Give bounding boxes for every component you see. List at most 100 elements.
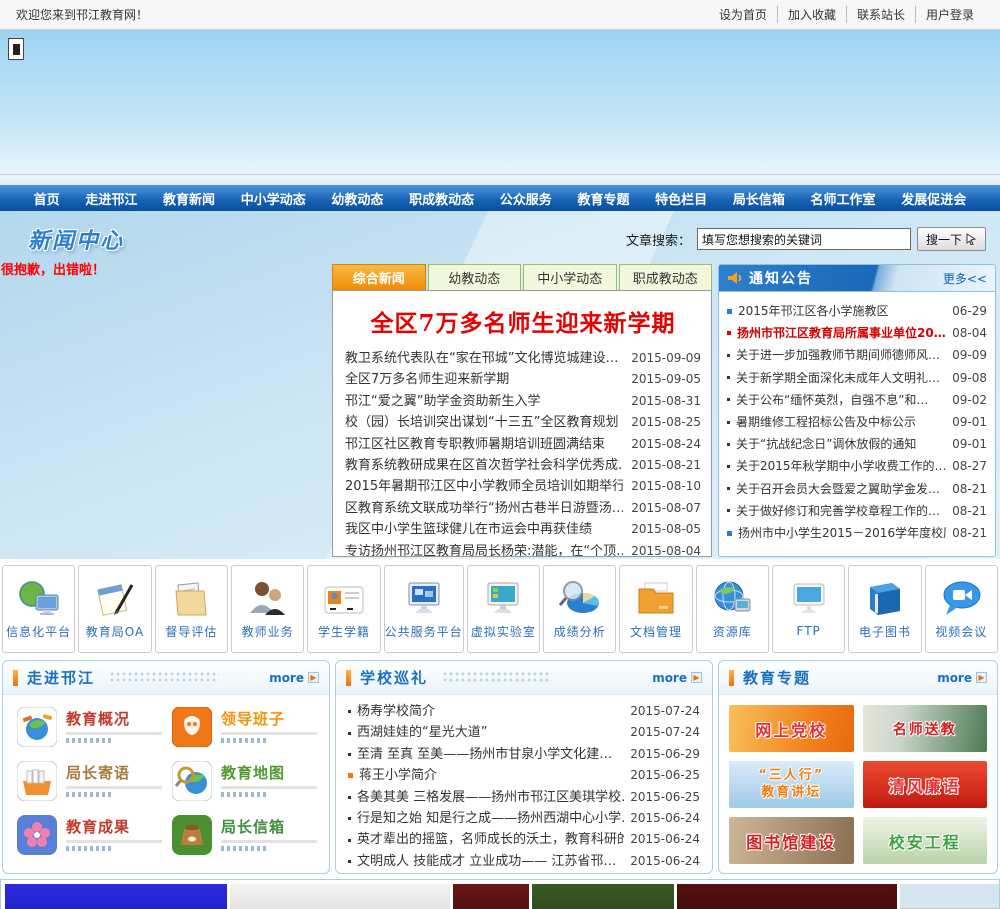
contact-webmaster-link[interactable]: 联系站长 bbox=[847, 6, 916, 23]
search-input[interactable] bbox=[696, 228, 911, 250]
bullet-icon bbox=[727, 420, 730, 424]
news-center-section: 新闻中心 文章搜索： 搜一下 很抱歉，出错啦！ 综合新闻 幼教动态 中小学动态 … bbox=[0, 211, 1000, 559]
orange-bar-icon bbox=[13, 669, 18, 686]
quicklink-resource-library[interactable]: 资源库 bbox=[695, 565, 769, 653]
notice-title: 通知公告 bbox=[749, 271, 813, 287]
nav-item-school-news[interactable]: 中小学动态 bbox=[241, 189, 306, 208]
set-homepage-link[interactable]: 设为首页 bbox=[709, 6, 778, 23]
quicklink-document-management[interactable]: 文档管理 bbox=[619, 565, 693, 653]
nav-item-development[interactable]: 发展促进会 bbox=[901, 189, 966, 208]
quicklink-teacher-affairs[interactable]: 教师业务 bbox=[230, 565, 305, 653]
tab-general-news[interactable]: 综合新闻 bbox=[332, 264, 426, 290]
bullet-icon bbox=[727, 398, 730, 402]
quicklink-info-platform[interactable]: 信息化平台 bbox=[2, 565, 76, 653]
school-item[interactable]: 文明成人 技能成才 立业成功—— 江苏省邗… 2015-06-24 bbox=[348, 851, 700, 872]
notice-item[interactable]: 关于“抗战纪念日”调休放假的通知 09-01 bbox=[727, 433, 987, 455]
notice-more-link[interactable]: 更多<< bbox=[943, 270, 987, 287]
school-item[interactable]: 英才辈出的摇篮，名师成长的沃土，教育科研的… 2015-06-24 bbox=[348, 829, 700, 850]
news-list-item[interactable]: 2015年暑期邗江区中小学教师全员培训如期举行 2015-08-10 bbox=[345, 476, 701, 497]
news-list-item[interactable]: 专访扬州邗江区教育局局长杨荣:潜能，在“个顶… 2015-08-04 bbox=[345, 541, 701, 556]
nav-item-about[interactable]: 走进邗江 bbox=[85, 189, 137, 208]
news-list-item[interactable]: 邗江“爱之翼”助学金资助新生入学 2015-08-31 bbox=[345, 391, 701, 412]
news-list-item[interactable]: 教卫系统代表队在“家在邗城”文化博览城建设… 2015-09-09 bbox=[345, 348, 701, 369]
main-nav: 首页 走进邗江 教育新闻 中小学动态 幼教动态 职成教动态 公众服务 教育专题 … bbox=[0, 185, 1000, 211]
topics-more-link[interactable]: more ▶ bbox=[937, 671, 987, 685]
notice-item[interactable]: 暑期维修工程招标公告及中标公示 09-01 bbox=[727, 411, 987, 433]
notice-item[interactable]: 关于召开会员大会暨爱之翼助学金发… 08-21 bbox=[727, 478, 987, 500]
bullet-icon bbox=[348, 817, 351, 821]
notice-item[interactable]: 关于做好修订和完善学校章程工作的… 08-21 bbox=[727, 500, 987, 522]
news-list-item[interactable]: 教育系统教研成果在区首次哲学社会科学优秀成… 2015-08-21 bbox=[345, 455, 701, 476]
news-tabs: 综合新闻 幼教动态 中小学动态 职成教动态 bbox=[332, 264, 712, 290]
school-item[interactable]: 行是知之始 知是行之成——扬州西湖中心小学… 2015-06-24 bbox=[348, 808, 700, 829]
school-item[interactable]: 各美其美 三格发展——扬州市邗江区美琪学校… 2015-06-25 bbox=[348, 787, 700, 808]
school-item[interactable]: 杨寿学校简介 2015-07-24 bbox=[348, 701, 700, 722]
notice-item[interactable]: 关于进一步加强教师节期间师德师风… 09-09 bbox=[727, 344, 987, 366]
search-label: 文章搜索： bbox=[625, 233, 691, 249]
news-headline[interactable]: 全区7万多名师生迎来新学期 bbox=[345, 304, 701, 338]
school-item[interactable]: 西湖娃娃的“星光大道” 2015-07-24 bbox=[348, 722, 700, 743]
school-item[interactable]: 蒋王小学简介 2015-06-25 bbox=[348, 765, 700, 786]
school-tour-more-link[interactable]: more ▶ bbox=[652, 671, 702, 685]
about-item-overview[interactable]: 教育概况 bbox=[17, 707, 162, 747]
quicklink-ftp[interactable]: FTP bbox=[771, 565, 846, 653]
nav-item-news[interactable]: 教育新闻 bbox=[163, 189, 215, 208]
more-arrow-icon: ▶ bbox=[976, 672, 987, 683]
tab-vocational-news[interactable]: 职成教动态 bbox=[618, 264, 712, 290]
nav-item-preschool[interactable]: 幼教动态 bbox=[331, 189, 383, 208]
search-button[interactable]: 搜一下 bbox=[916, 227, 986, 251]
id-card-icon bbox=[324, 586, 364, 613]
tab-school-news[interactable]: 中小学动态 bbox=[523, 264, 617, 290]
notice-item[interactable]: 关于公布“缅怀英烈，自强不息”和… 09-02 bbox=[727, 389, 987, 411]
banner-clean-governance[interactable]: 清风廉语 bbox=[862, 761, 987, 808]
school-item[interactable]: 至清 至真 至美——扬州市甘泉小学文化建… 2015-06-29 bbox=[348, 744, 700, 765]
notice-item[interactable]: 扬州市邗江区教育局所属事业单位20… 08-04 bbox=[727, 322, 987, 344]
banner-education-forum[interactable]: “三人行” 教育讲坛 bbox=[729, 761, 854, 808]
gallery-photo[interactable] bbox=[453, 884, 529, 909]
quicklink-virtual-lab[interactable]: 虚拟实验室 bbox=[466, 565, 540, 653]
error-message: 很抱歉，出错啦！ bbox=[1, 263, 106, 278]
notice-item[interactable]: 2015年邗江区各小学施教区 06-29 bbox=[727, 300, 987, 322]
notice-item[interactable]: 关于新学期全面深化未成年人文明礼… 09-08 bbox=[727, 367, 987, 389]
nav-item-topics[interactable]: 教育专题 bbox=[577, 189, 629, 208]
gallery-photo[interactable] bbox=[532, 884, 674, 909]
notice-item[interactable]: 关于2015年秋学期中小学收费工作的… 08-27 bbox=[727, 455, 987, 477]
nav-item-special-columns[interactable]: 特色栏目 bbox=[655, 189, 707, 208]
news-list-item[interactable]: 我区中小学生篮球健儿在市运会中再获佳绩 2015-08-05 bbox=[345, 519, 701, 540]
quicklink-ebooks[interactable]: 电子图书 bbox=[848, 565, 922, 653]
gallery-photo[interactable] bbox=[900, 884, 999, 909]
news-list-item[interactable]: 全区7万多名师生迎来新学期 2015-09-05 bbox=[345, 369, 701, 390]
quicklink-score-analysis[interactable]: 成绩分析 bbox=[542, 565, 617, 653]
about-more-link[interactable]: more ▶ bbox=[269, 671, 319, 685]
quicklink-student-records[interactable]: 学生学籍 bbox=[307, 565, 381, 653]
nav-item-director-mailbox[interactable]: 局长信箱 bbox=[733, 189, 785, 208]
news-list-item[interactable]: 校（园）长培训突出谋划“十三五”全区教育规划 2015-08-25 bbox=[345, 412, 701, 433]
about-item-director-message[interactable]: 局长寄语 bbox=[17, 761, 162, 801]
quicklink-public-service[interactable]: 公共服务平台 bbox=[383, 565, 464, 653]
nav-item-public-service[interactable]: 公众服务 bbox=[500, 189, 552, 208]
user-login-link[interactable]: 用户登录 bbox=[916, 6, 984, 23]
quicklink-evaluation[interactable]: 督导评估 bbox=[154, 565, 228, 653]
nav-item-home[interactable]: 首页 bbox=[34, 189, 60, 208]
banner-campus-safety[interactable]: 校安工程 bbox=[862, 817, 987, 864]
banner-library-construction[interactable]: 图书馆建设 bbox=[729, 817, 854, 864]
notice-item[interactable]: 扬州市中小学生2015－2016学年度校历 08-21 bbox=[727, 522, 987, 544]
banner-online-party-school[interactable]: 网上党校 bbox=[729, 705, 854, 752]
about-item-leaders[interactable]: 领导班子 bbox=[172, 707, 317, 747]
bullet-icon bbox=[727, 442, 730, 446]
gallery-photo[interactable] bbox=[5, 884, 227, 909]
about-item-director-mailbox[interactable]: 局长信箱 bbox=[172, 815, 317, 855]
banner-famous-teachers[interactable]: 名师送教 bbox=[862, 705, 987, 752]
about-item-education-map[interactable]: 教育地图 bbox=[172, 761, 317, 801]
news-list-item[interactable]: 邗江区社区教育专职教师暑期培训班圆满结束 2015-08-24 bbox=[345, 434, 701, 455]
quicklink-video-conference[interactable]: 视频会议 bbox=[924, 565, 998, 653]
nav-item-vocational[interactable]: 职成教动态 bbox=[409, 189, 474, 208]
quicklink-oa[interactable]: 教育局OA bbox=[78, 565, 152, 653]
news-list-item[interactable]: 区教育系统文联成功举行“扬州古巷半日游暨汤… 2015-08-07 bbox=[345, 498, 701, 519]
nav-item-teacher-studio[interactable]: 名师工作室 bbox=[811, 189, 876, 208]
add-favorite-link[interactable]: 加入收藏 bbox=[778, 6, 847, 23]
gallery-photo[interactable] bbox=[230, 884, 450, 909]
about-item-achievements[interactable]: 教育成果 bbox=[17, 815, 162, 855]
tab-preschool-news[interactable]: 幼教动态 bbox=[427, 264, 521, 290]
gallery-photo[interactable] bbox=[677, 884, 897, 909]
